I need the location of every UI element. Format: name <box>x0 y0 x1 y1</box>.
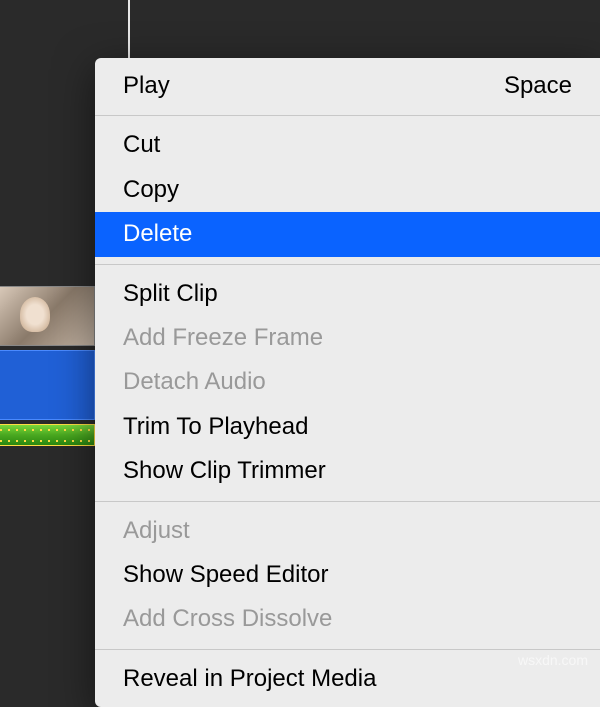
marker-track-clip[interactable] <box>0 424 95 446</box>
menu-item-show-clip-trimmer[interactable]: Show Clip Trimmer <box>95 449 600 493</box>
menu-item-label: Cut <box>123 129 160 161</box>
menu-item-copy[interactable]: Copy <box>95 168 600 212</box>
menu-separator <box>95 649 600 650</box>
menu-item-label: Show Speed Editor <box>123 559 328 591</box>
menu-item-play[interactable]: Play Space <box>95 64 600 108</box>
menu-item-add-freeze-frame: Add Freeze Frame <box>95 316 600 360</box>
watermark-text: wsxdn.com <box>518 652 588 668</box>
menu-item-label: Copy <box>123 174 179 206</box>
menu-item-shortcut: Space <box>504 70 572 102</box>
menu-item-label: Split Clip <box>123 278 218 310</box>
menu-item-cut[interactable]: Cut <box>95 123 600 167</box>
audio-track-clip[interactable] <box>0 350 95 420</box>
video-clip-thumbnail[interactable] <box>0 286 95 346</box>
menu-separator <box>95 264 600 265</box>
menu-item-label: Reveal in Project Media <box>123 663 376 695</box>
menu-item-detach-audio: Detach Audio <box>95 360 600 404</box>
menu-item-label: Add Cross Dissolve <box>123 603 332 635</box>
menu-item-label: Add Freeze Frame <box>123 322 323 354</box>
menu-item-add-cross-dissolve: Add Cross Dissolve <box>95 597 600 641</box>
menu-item-label: Show Clip Trimmer <box>123 455 326 487</box>
menu-item-label: Detach Audio <box>123 366 266 398</box>
menu-item-split-clip[interactable]: Split Clip <box>95 272 600 316</box>
menu-separator <box>95 115 600 116</box>
menu-item-label: Play <box>123 70 170 102</box>
menu-item-label: Trim To Playhead <box>123 411 308 443</box>
menu-item-trim-to-playhead[interactable]: Trim To Playhead <box>95 405 600 449</box>
menu-item-adjust: Adjust <box>95 509 600 553</box>
menu-item-show-speed-editor[interactable]: Show Speed Editor <box>95 553 600 597</box>
context-menu: Play Space Cut Copy Delete Split Clip Add Free… <box>95 58 600 707</box>
menu-item-label: Adjust <box>123 515 190 547</box>
menu-item-delete[interactable]: Delete <box>95 212 600 256</box>
menu-item-label: Delete <box>123 218 192 250</box>
menu-separator <box>95 501 600 502</box>
